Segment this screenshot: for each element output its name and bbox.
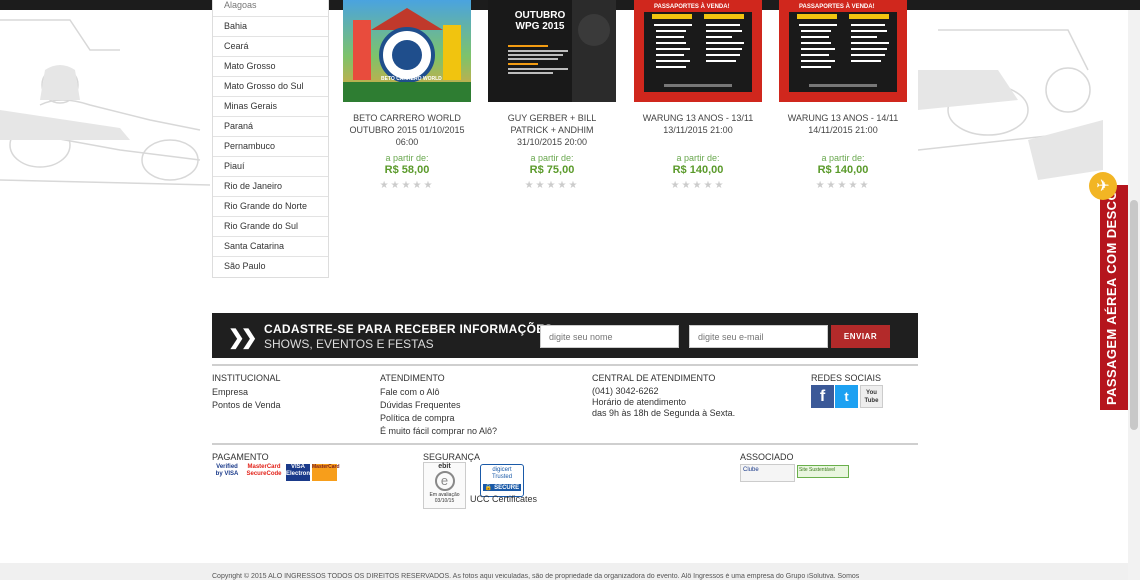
lock-icon: 🔒 [484,485,493,491]
poster-logo-text: BETO CARRERO WORLD [381,76,442,82]
ucc-certificates-label: UCC Certificates [470,494,538,504]
state-item[interactable]: São Paulo [213,257,328,277]
twitter-icon[interactable]: t [835,385,858,408]
poster-lineup-graphic [644,12,752,92]
associado-heading: ASSOCIADO [740,452,794,462]
footer-divider [212,443,918,445]
state-item[interactable]: Pernambuco [213,137,328,157]
footer-divider [212,364,918,366]
theme-park-illustration [343,8,471,102]
price-from-label: a partir de: [385,153,429,163]
footer-link-como-comprar[interactable]: É muito fácil comprar no Alô? [380,425,497,438]
event-card[interactable]: PASSAPORTES À VENDA! WARUNG 13 ANOS - 13… [634,0,762,191]
atendimento-heading: ATENDIMENTO [380,373,445,383]
state-item[interactable]: Bahia [213,17,328,37]
newsletter-title: CADASTRE-SE PARA RECEBER INFORMAÇÕES: [264,322,558,336]
state-item[interactable]: Rio Grande do Sul [213,217,328,237]
event-title[interactable]: WARUNG 13 ANOS - 14/11 14/11/2015 21:00 [779,112,907,148]
event-title[interactable]: WARUNG 13 ANOS - 13/11 13/11/2015 21:00 [634,112,762,148]
rating-stars[interactable]: ★★★★★ [343,180,471,191]
state-item[interactable]: Santa Catarina [213,237,328,257]
footer-link-politica[interactable]: Política de compra [380,412,455,425]
footer-link-fale-com[interactable]: Fale com o Alô [380,386,440,399]
state-item[interactable]: Paraná [213,117,328,137]
state-filter-list: Alagoas Bahia Ceará Mato Grosso Mato Gro… [212,0,329,278]
ebit-e-icon: e [434,471,455,491]
state-item[interactable]: Mato Grosso [213,57,328,77]
copyright-text: Copyright © 2015 ALÔ INGRESSOS TODOS OS … [212,573,860,580]
secure-badge: 🔒 SECURE [483,484,521,491]
ebit-seal[interactable]: ebit e Em avaliação 03/10/15 [423,462,466,509]
site-sustentavel-logo: Site Sustentável [797,465,849,478]
state-item[interactable]: Minas Gerais [213,97,328,117]
event-price: R$ 58,00 [384,164,430,176]
newsletter-signup-bar: ❯❯ CADASTRE-SE PARA RECEBER INFORMAÇÕES:… [212,313,918,358]
digicert-label: digicert Trusted [491,467,513,480]
newsletter-email-input[interactable] [689,325,828,348]
pagamento-heading: PAGAMENTO [212,452,269,462]
passagem-aerea-tab[interactable]: PASSAGEM AÉREA COM DESCONTO [1100,162,1128,410]
price-from-label: a partir de: [676,153,720,163]
event-poster[interactable]: BETO CARRERO WORLD [343,0,471,102]
state-item[interactable]: Mato Grosso do Sul [213,77,328,97]
event-card[interactable]: BETO CARRERO WORLD BETO CARRERO WORLD OU… [343,0,471,191]
state-item[interactable]: Rio de Janeiro [213,177,328,197]
state-item[interactable]: Ceará [213,37,328,57]
event-card[interactable]: PASSAPORTES À VENDA! WARUNG 13 ANOS - 14… [779,0,907,191]
footer-link-duvidas[interactable]: Dúvidas Frequentes [380,399,461,412]
footer-link-empresa[interactable]: Empresa [212,386,248,399]
secure-text: SECURE [494,485,520,491]
mastercard-securecode-logo: MasterCard SecureCode [246,464,282,477]
newsletter-submit-button[interactable]: ENVIAR [831,325,890,348]
rating-stars[interactable]: ★★★★★ [634,180,762,191]
event-price: R$ 140,00 [672,164,724,176]
scrollbar-thumb[interactable] [1130,200,1138,430]
newsletter-subtitle: SHOWS, EVENTOS E FESTAS [264,337,434,351]
redes-heading: REDES SOCIAIS [811,373,882,383]
ebit-date: 03/10/15 [434,498,455,504]
facebook-icon[interactable]: f [811,385,834,408]
ebit-label: ebit [438,463,451,470]
verified-by-visa-logo: Verified by VISA [215,464,239,477]
background-racecar-art-right [918,10,1103,200]
state-item[interactable]: Piauí [213,157,328,177]
footer-link-pontos-de-venda[interactable]: Pontos de Venda [212,399,281,412]
institucional-heading: INSTITUCIONAL [212,373,281,383]
rating-stars[interactable]: ★★★★★ [779,180,907,191]
event-card[interactable]: OUTUBRO WPG 2015 GUY GERBER + BILL PATRI… [488,0,616,191]
state-item[interactable]: Alagoas [213,0,328,17]
central-heading: CENTRAL DE ATENDIMENTO [592,373,716,383]
state-item[interactable]: Rio Grande do Norte [213,197,328,217]
event-title[interactable]: BETO CARRERO WORLD OUTUBRO 2015 01/10/20… [343,112,471,148]
newsletter-name-input[interactable] [540,325,679,348]
rating-stars[interactable]: ★★★★★ [488,180,616,191]
youtube-icon-text: You Tube [864,389,879,404]
digicert-seal[interactable]: digicert Trusted 🔒 SECURE [480,464,524,497]
event-poster[interactable]: PASSAPORTES À VENDA! [779,0,907,102]
visa-electron-logo: VISA Electron [286,464,310,481]
event-poster[interactable]: OUTUBRO WPG 2015 [488,0,616,102]
price-from-label: a partir de: [530,153,574,163]
event-poster[interactable]: PASSAPORTES À VENDA! [634,0,762,102]
poster-lineup-graphic [508,0,616,102]
central-hours: das 9h às 18h de Segunda à Sexta. [592,408,736,418]
event-price: R$ 75,00 [529,164,575,176]
event-price: R$ 140,00 [817,164,869,176]
mastercard-logo: MasterCard [312,464,340,481]
price-from-label: a partir de: [821,153,865,163]
background-racecar-art [0,10,210,200]
airplane-icon[interactable]: ✈ [1089,172,1117,200]
central-hours-label: Horário de atendimento [592,397,687,407]
poster-lineup-graphic [789,12,897,92]
double-chevron-icon: ❯❯ [228,327,257,349]
clube-logo: Clube [740,464,795,482]
event-title[interactable]: GUY GERBER + BILL PATRICK + ANDHIM 31/10… [488,112,616,148]
central-phone: (041) 3042-6262 [592,386,659,396]
youtube-icon[interactable]: You Tube [860,385,883,408]
seguranca-heading: SEGURANÇA [423,452,481,462]
